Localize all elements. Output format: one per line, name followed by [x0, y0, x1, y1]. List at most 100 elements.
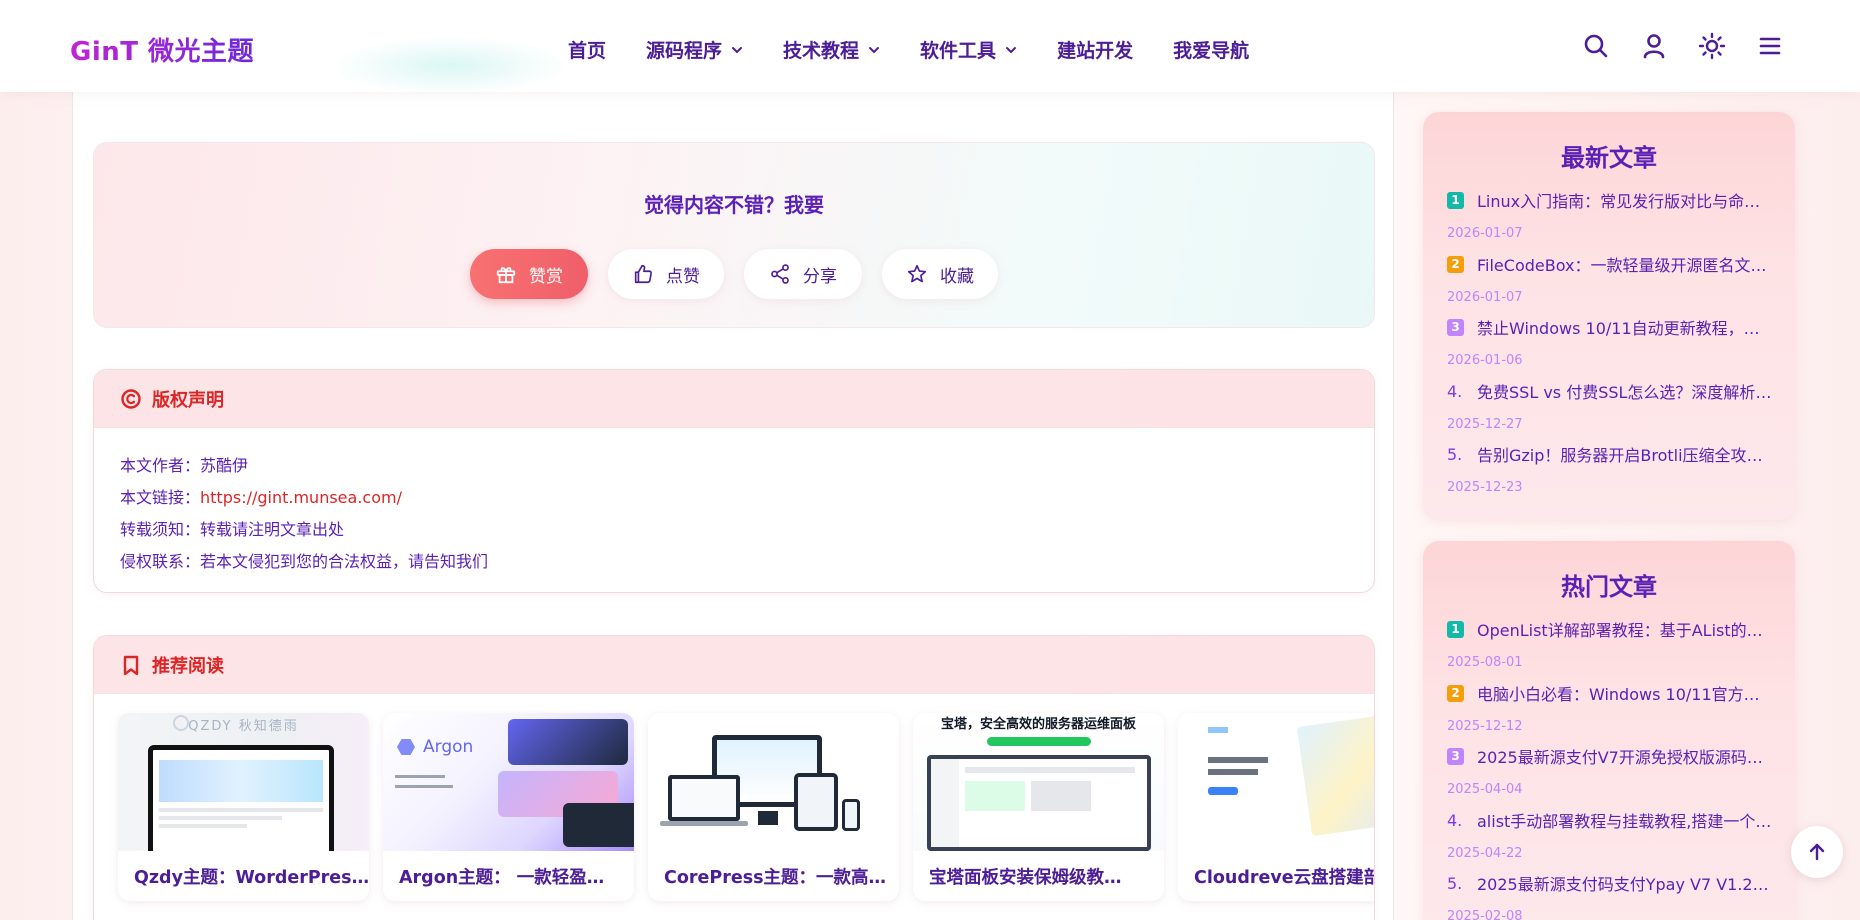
argon-logo-icon — [397, 739, 415, 755]
share-icon — [771, 264, 789, 284]
rank-number: 5. — [1447, 873, 1463, 893]
screenshot-collage — [1296, 713, 1374, 837]
nav-label: 源码程序 — [646, 40, 723, 62]
hot-post-item[interactable]: 3 2025最新源支付V7开源免授权版源码V… 2025-04-04 — [1447, 744, 1777, 798]
recommend-card[interactable]: Cloudreve云盘搭建部署 — [1178, 713, 1374, 901]
header-actions — [1582, 32, 1814, 60]
wordpress-icon — [173, 715, 189, 731]
author-line: 本文作者：苏酷伊 — [120, 450, 1374, 482]
post-title: 免费SSL vs 付费SSL怎么选？深度解析D… — [1477, 383, 1773, 402]
copyright-body: 本文作者：苏酷伊 本文链接：https://gint.munsea.com/ 转… — [94, 428, 1374, 578]
recommend-card[interactable]: QZDY 秋知德雨 Qzdy主题：WorderPres… — [118, 713, 369, 901]
nav-item-navigation[interactable]: 我爱导航 — [1173, 36, 1249, 63]
article-main: 觉得内容不错？我要 赞赏 点赞 分享 收藏 版权声明 本文作者：苏酷伊 本文链接… — [72, 92, 1394, 920]
nav-label: 软件工具 — [920, 40, 997, 62]
star-icon — [907, 264, 927, 283]
recommend-card-title: Qzdy主题：WorderPres… — [134, 868, 369, 888]
reward-box: 觉得内容不错？我要 赞赏 点赞 分享 收藏 — [93, 142, 1375, 328]
post-title: Linux入门指南：常见发行版对比与命令… — [1477, 192, 1773, 211]
nav-item-home[interactable]: 首页 — [568, 36, 606, 63]
thumbs-up-icon — [634, 264, 652, 284]
latest-post-item[interactable]: 4. 免费SSL vs 付费SSL怎么选？深度解析D… 2025-12-27 — [1447, 379, 1777, 433]
recommend-card-title: Argon主题： 一款轻盈… — [399, 868, 605, 888]
copyright-header: 版权声明 — [94, 370, 1374, 428]
post-date: 2025-12-12 — [1447, 719, 1523, 734]
tablet-mockup — [794, 773, 838, 831]
post-date: 2026-01-07 — [1447, 290, 1523, 305]
favorite-label: 收藏 — [940, 266, 974, 287]
search-icon[interactable] — [1582, 32, 1610, 60]
gift-icon — [496, 267, 516, 284]
rank-number: 4. — [1447, 381, 1463, 401]
recommend-thumbnail: Argon — [383, 713, 634, 851]
contact-text: 若本文侵犯到您的合法权益，请告知我们 — [200, 552, 489, 571]
thumb-caption: QZDY 秋知德雨 — [188, 719, 299, 734]
copyright-title: 版权声明 — [152, 389, 224, 411]
recommend-card-title: CorePress主题：一款高… — [664, 868, 887, 888]
panel-screenshot — [927, 755, 1151, 851]
rank-badge: 2 — [1447, 255, 1464, 273]
post-date: 2025-04-04 — [1447, 782, 1523, 797]
reward-actions: 赞赏 点赞 分享 收藏 — [94, 249, 1374, 299]
reward-button[interactable]: 赞赏 — [470, 249, 588, 299]
post-date: 2025-02-08 — [1447, 909, 1523, 920]
back-to-top-button[interactable] — [1791, 826, 1843, 878]
nav-item-tutorials[interactable]: 技术教程 — [783, 36, 880, 63]
recommend-card[interactable]: CorePress主题：一款高… — [648, 713, 899, 901]
rank-badge: 3 — [1447, 747, 1464, 765]
main-nav: 首页 源码程序 技术教程 软件工具 建站开发 我爱导航 — [568, 36, 1289, 63]
post-title: 禁止Windows 10/11自动更新教程，让… — [1477, 319, 1773, 338]
recommend-thumbnail — [1178, 713, 1374, 851]
notice-label: 转载须知： — [120, 520, 201, 539]
recommend-card[interactable]: Argon Argon主题： 一款轻盈… — [383, 713, 634, 901]
latest-post-item[interactable]: 1 Linux入门指南：常见发行版对比与命令… 2026-01-07 — [1447, 188, 1777, 242]
favorite-button[interactable]: 收藏 — [882, 249, 998, 299]
hot-post-item[interactable]: 4. alist手动部署教程与挂载教程,搭建一个… 2025-04-22 — [1447, 808, 1777, 862]
post-date: 2026-01-07 — [1447, 226, 1523, 241]
latest-post-item[interactable]: 5. 告别Gzip！服务器开启Brotli压缩全攻略… 2025-12-23 — [1447, 442, 1777, 496]
link-line: 本文链接：https://gint.munsea.com/ — [120, 482, 1374, 514]
latest-post-item[interactable]: 2 FileCodeBox：一款轻量级开源匿名文… 2026-01-07 — [1447, 252, 1777, 306]
contact-line: 侵权联系：若本文侵犯到您的合法权益，请告知我们 — [120, 546, 1374, 578]
recommend-thumbnail — [648, 713, 899, 851]
hot-posts-title: 热门文章 — [1561, 573, 1657, 601]
recommend-thumbnail: QZDY 秋知德雨 — [118, 713, 369, 851]
notice-line: 转载须知：转载请注明文章出处 — [120, 514, 1374, 546]
nav-label: 首页 — [568, 40, 607, 62]
site-header: GinT 微光主题 首页 源码程序 技术教程 软件工具 建站开发 我爱导航 — [0, 0, 1860, 96]
hot-post-item[interactable]: 5. 2025最新源支付码支付Ypay V7 V1.2.2全… 2025-02-0… — [1447, 871, 1777, 920]
share-button[interactable]: 分享 — [744, 249, 862, 299]
menu-icon[interactable] — [1756, 32, 1784, 60]
post-title: 告别Gzip！服务器开启Brotli压缩全攻略… — [1477, 446, 1773, 465]
rank-number: 4. — [1447, 810, 1463, 830]
share-label: 分享 — [803, 266, 837, 287]
hot-posts-widget: 热门文章 1 OpenList详解部署教程：基于AList的下… 2025-08-… — [1423, 541, 1795, 920]
post-title: 2025最新源支付码支付Ypay V7 V1.2.2全… — [1477, 875, 1773, 894]
recommend-list: QZDY 秋知德雨 Qzdy主题：WorderPres… Argon Argon… — [118, 713, 1374, 901]
hot-post-item[interactable]: 1 OpenList详解部署教程：基于AList的下… 2025-08-01 — [1447, 617, 1777, 671]
hot-post-item[interactable]: 2 电脑小白必看：Windows 10/11官方纯… 2025-12-12 — [1447, 681, 1777, 735]
like-label: 点赞 — [666, 266, 700, 287]
nav-item-tools[interactable]: 软件工具 — [920, 36, 1017, 63]
laptop-mockup — [668, 775, 740, 821]
recommend-thumbnail: 宝塔，安全高效的服务器运维面板 — [913, 713, 1164, 851]
sun-icon[interactable] — [1698, 32, 1726, 60]
thumb-caption: Argon — [423, 737, 474, 757]
rank-badge: 2 — [1447, 684, 1464, 702]
nav-item-source[interactable]: 源码程序 — [646, 36, 743, 63]
like-button[interactable]: 点赞 — [608, 249, 724, 299]
reward-label: 赞赏 — [529, 266, 563, 287]
latest-post-item[interactable]: 3 禁止Windows 10/11自动更新教程，让… 2026-01-06 — [1447, 315, 1777, 369]
user-icon[interactable] — [1640, 32, 1668, 60]
post-date: 2025-12-27 — [1447, 417, 1523, 432]
article-link[interactable]: https://gint.munsea.com/ — [200, 488, 402, 507]
recommend-title: 推荐阅读 — [152, 655, 224, 677]
post-title: FileCodeBox：一款轻量级开源匿名文… — [1477, 256, 1767, 275]
nav-item-webdev[interactable]: 建站开发 — [1057, 36, 1133, 63]
site-logo[interactable]: GinT 微光主题 — [70, 31, 254, 68]
author-name: 苏酷伊 — [200, 456, 249, 475]
recommend-card[interactable]: 宝塔，安全高效的服务器运维面板 宝塔面板安装保姆级教… — [913, 713, 1164, 901]
rank-badge: 3 — [1447, 318, 1464, 336]
chevron-down-icon — [732, 46, 743, 53]
post-date: 2026-01-06 — [1447, 353, 1523, 368]
